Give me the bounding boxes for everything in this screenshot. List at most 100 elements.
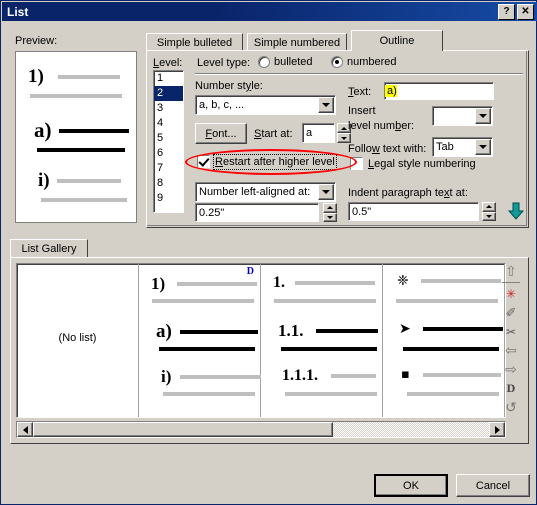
radio-bulleted-label: bulleted: [274, 56, 313, 68]
modify-style-icon[interactable]: ✐: [501, 303, 521, 322]
preview-text-line: [30, 94, 122, 98]
text-field[interactable]: a): [384, 82, 494, 100]
help-icon[interactable]: ?: [498, 3, 515, 20]
down-arrow-icon[interactable]: [507, 201, 525, 221]
gallery-cell-no-list[interactable]: (No list): [17, 264, 139, 417]
preview-row: [30, 94, 122, 98]
chevron-down-icon[interactable]: [475, 139, 491, 155]
preview-label: Preview:: [15, 35, 58, 47]
delete-style-icon[interactable]: ✂: [501, 322, 521, 341]
radio-bulleted-circle[interactable]: [258, 56, 270, 68]
gallery-cell-outline-alpha[interactable]: D 1) a) i): [139, 264, 261, 417]
spinner-up-icon[interactable]: [323, 203, 337, 213]
scrollbar-track[interactable]: [33, 422, 489, 437]
number-alignment-value[interactable]: Number left-aligned at:: [195, 182, 336, 202]
legal-style-checkbox-box[interactable]: [349, 156, 364, 171]
spinner-up-icon[interactable]: [482, 202, 496, 212]
level-listbox[interactable]: 1 2 3 4 5 6 7 8 9: [153, 70, 184, 213]
restart-after-higher-level-checkbox[interactable]: Restart after higher level: [196, 153, 337, 170]
level-item[interactable]: 4: [154, 116, 183, 131]
radio-numbered-label: numbered: [347, 56, 397, 68]
level-label: Level:: [153, 57, 183, 69]
level-item[interactable]: 8: [154, 176, 183, 191]
gallery-line: [295, 281, 375, 285]
follow-text-with-label: Follow text with:: [348, 143, 427, 155]
gallery-cell-outline-numeric[interactable]: 1. 1.1. 1.1.1.: [261, 264, 383, 417]
radio-numbered[interactable]: numbered: [331, 56, 397, 68]
new-style-icon[interactable]: ✳: [501, 284, 521, 303]
gallery-page: (No list) D 1) a) i) 1. 1.1. 1.1.1. ❈ ➤ …: [10, 257, 529, 444]
gallery-list[interactable]: (No list) D 1) a) i) 1. 1.1. 1.1.1. ❈ ➤ …: [16, 263, 506, 418]
preview-text-line: [58, 75, 120, 79]
chevron-down-icon[interactable]: [318, 184, 334, 200]
gallery-line: [421, 279, 501, 283]
gallery-cell-bulleted[interactable]: ❈ ➤ ▪: [383, 264, 505, 417]
gallery-marker: 1.1.1.: [282, 367, 318, 384]
gallery-line: [407, 392, 499, 396]
spinner-down-icon[interactable]: [337, 133, 351, 143]
demote-icon[interactable]: ⇨: [501, 360, 521, 379]
start-at-field[interactable]: a: [302, 123, 335, 143]
font-button[interactable]: Font...: [195, 123, 247, 144]
number-alignment-at-field[interactable]: 0.25": [195, 203, 319, 222]
promote-icon[interactable]: ⇦: [501, 341, 521, 360]
indent-paragraph-spinner[interactable]: [482, 202, 496, 221]
insert-level-number-label-line1: Insert: [348, 105, 376, 117]
scrollbar-thumb[interactable]: [33, 422, 333, 437]
cancel-button[interactable]: Cancel: [456, 474, 530, 497]
gallery-line: [285, 392, 377, 396]
gallery-line: [331, 374, 376, 378]
gallery-line: [274, 299, 376, 303]
gallery-line: [396, 299, 498, 303]
level-item[interactable]: 1: [154, 71, 183, 86]
follow-text-with-combo[interactable]: Tab: [432, 137, 493, 157]
gallery-marker: ❈: [397, 273, 409, 289]
level-item[interactable]: 5: [154, 131, 183, 146]
preview-row: i): [38, 170, 121, 192]
number-alignment-spinner[interactable]: [323, 203, 337, 222]
radio-bulleted[interactable]: bulleted: [258, 56, 313, 68]
text-label: Text:: [348, 86, 372, 98]
gallery-line: [180, 375, 261, 379]
close-icon[interactable]: ✕: [517, 3, 534, 20]
gallery-line: [163, 392, 255, 396]
number-style-value[interactable]: a, b, c, ...: [195, 95, 336, 115]
reset-icon[interactable]: ↺: [501, 398, 521, 417]
chevron-down-icon[interactable]: [318, 97, 334, 113]
level-item[interactable]: 7: [154, 161, 183, 176]
level-item[interactable]: 3: [154, 101, 183, 116]
tab-strip: Simple bulleted Simple numbered Outline: [146, 30, 529, 51]
level-item-selected[interactable]: 2: [154, 86, 183, 101]
preview-text-line: [59, 128, 129, 133]
gallery-horizontal-scrollbar[interactable]: [16, 421, 506, 438]
chevron-down-icon[interactable]: [475, 108, 491, 124]
level-item[interactable]: 9: [154, 191, 183, 206]
radio-numbered-circle[interactable]: [331, 56, 343, 68]
gallery-line: [423, 372, 501, 377]
move-up-icon[interactable]: ⇧: [501, 262, 521, 281]
text-field-value[interactable]: a): [385, 85, 397, 97]
tab-list-gallery[interactable]: List Gallery: [10, 239, 88, 258]
triangle-left-icon[interactable]: [17, 422, 33, 437]
indent-paragraph-field[interactable]: 0.5": [348, 202, 479, 221]
tab-simple-numbered[interactable]: Simple numbered: [247, 33, 347, 51]
level-item[interactable]: 6: [154, 146, 183, 161]
tab-outline[interactable]: Outline: [351, 30, 443, 51]
number-alignment-combo[interactable]: Number left-aligned at:: [195, 182, 336, 202]
gallery-marker: 1.: [273, 274, 285, 291]
number-style-combo[interactable]: a, b, c, ...: [195, 95, 336, 115]
restart-checkbox-box[interactable]: [196, 154, 211, 169]
spinner-down-icon[interactable]: [323, 212, 337, 222]
tab-simple-bulleted[interactable]: Simple bulleted: [146, 33, 243, 51]
legal-style-numbering-checkbox[interactable]: Legal style numbering: [349, 156, 476, 171]
toolbar-separator: [502, 282, 520, 283]
ok-button[interactable]: OK: [374, 474, 448, 497]
preview-row: [37, 148, 125, 152]
insert-level-number-combo[interactable]: [432, 106, 493, 126]
restart-checkbox-label: Restart after higher level: [213, 153, 337, 170]
default-style-icon[interactable]: D: [501, 379, 521, 398]
gallery-line: [159, 347, 255, 351]
window-title: List: [7, 4, 29, 19]
number-style-label: Number style:: [195, 80, 263, 92]
spinner-down-icon[interactable]: [482, 211, 496, 221]
